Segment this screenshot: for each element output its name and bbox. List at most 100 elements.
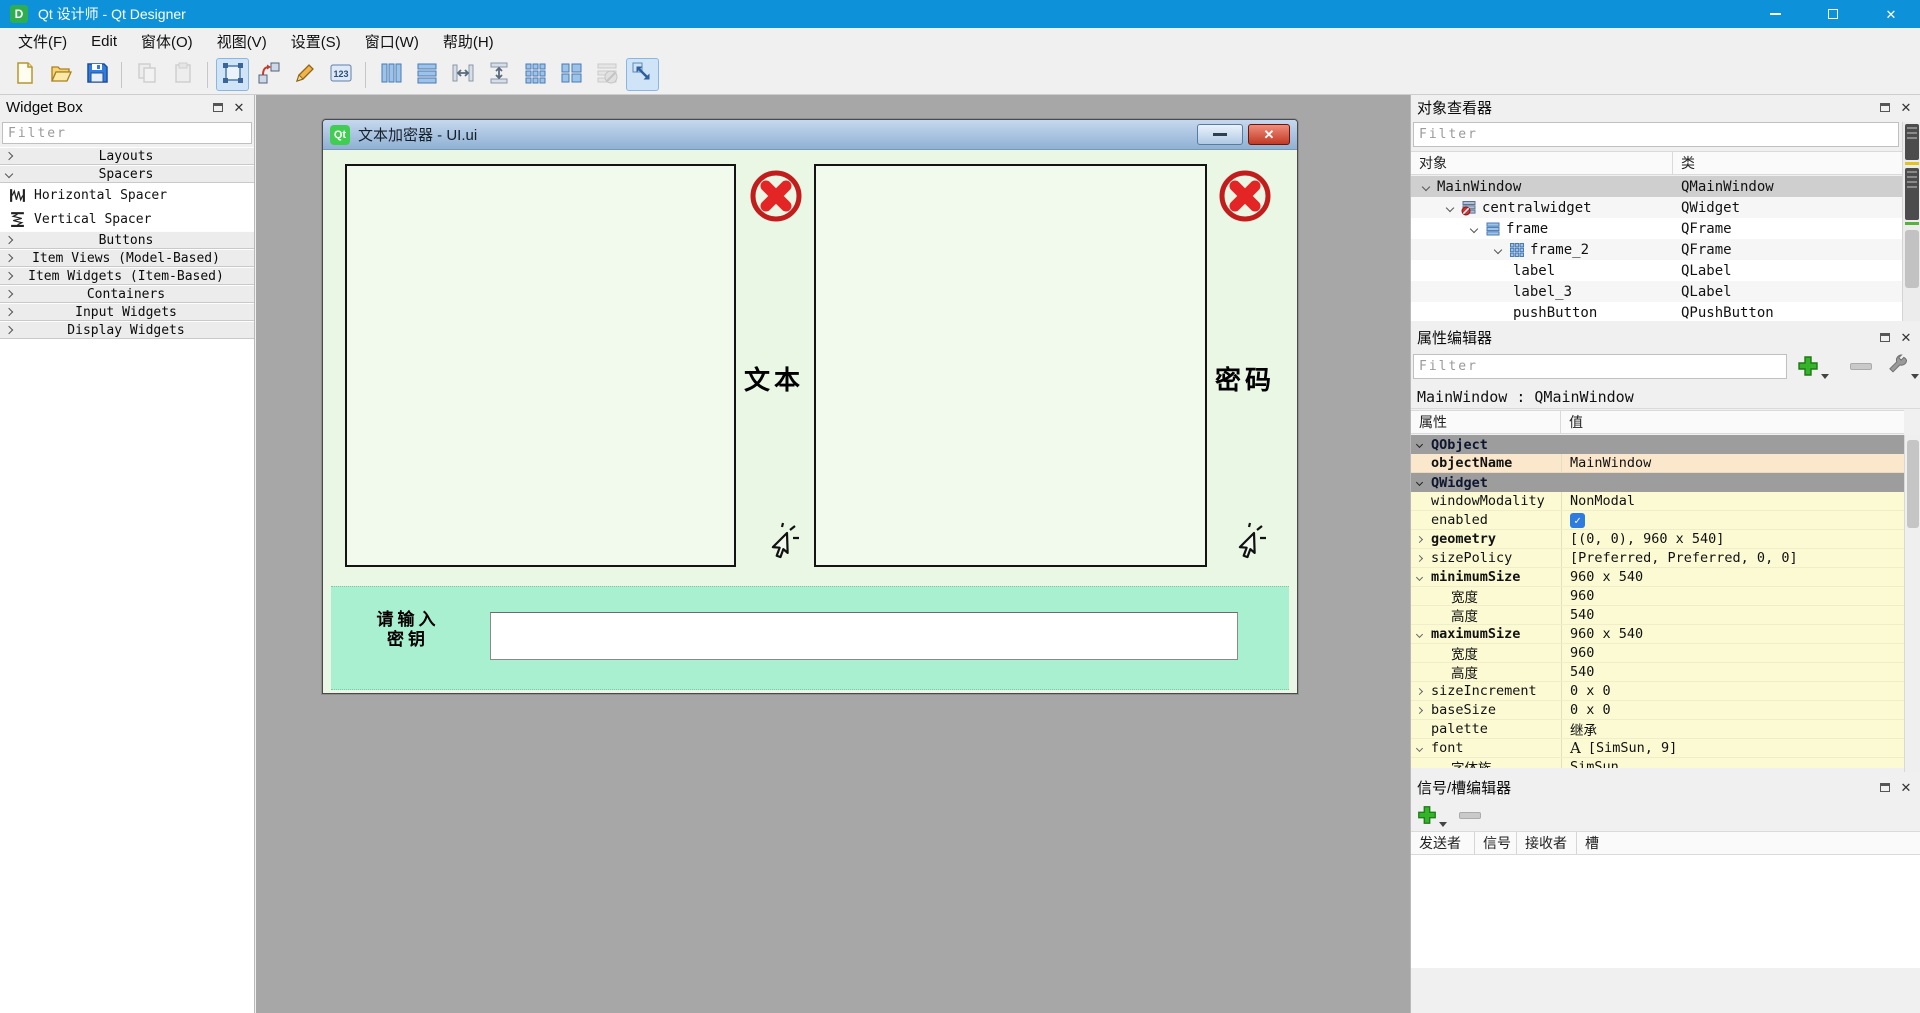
property-row[interactable]: objectNameMainWindow: [1411, 454, 1904, 473]
chevron-down-icon[interactable]: [1494, 245, 1502, 253]
float-panel-button[interactable]: [1876, 779, 1894, 797]
scrollbar-thumb[interactable]: [1905, 230, 1919, 288]
object-tree-row[interactable]: frame_2QFrame: [1411, 239, 1902, 260]
object-inspector-scrollbar[interactable]: [1902, 122, 1920, 321]
form-close-button[interactable]: ✕: [1248, 124, 1290, 145]
menu-item[interactable]: 视图(V): [205, 28, 279, 55]
property-editor-filter-input[interactable]: [1413, 354, 1787, 379]
key-input-field[interactable]: [490, 612, 1238, 660]
close-panel-button[interactable]: ✕: [1897, 779, 1915, 797]
property-row[interactable]: 宽度960: [1411, 644, 1904, 663]
layout-horizontal-button[interactable]: [374, 58, 407, 91]
layout-vertical-button[interactable]: [410, 58, 443, 91]
object-tree-row[interactable]: centralwidgetQWidget: [1411, 197, 1902, 218]
scroll-mark-block[interactable]: [1905, 124, 1919, 160]
layout-form-button[interactable]: [554, 58, 587, 91]
property-editor-scrollbar[interactable]: [1904, 435, 1920, 772]
edit-buddies-button[interactable]: [288, 58, 321, 91]
property-value[interactable]: [Preferred, Preferred, 0, 0]: [1561, 549, 1904, 567]
property-value[interactable]: MainWindow: [1561, 454, 1904, 472]
widget-box-category-item-views-model-based-[interactable]: Item Views (Model-Based): [0, 249, 254, 267]
property-row[interactable]: baseSize0 x 0: [1411, 701, 1904, 720]
chevron-down-icon[interactable]: [1446, 203, 1454, 211]
cursor-icon-text[interactable]: [757, 522, 803, 570]
property-row[interactable]: minimumSize960 x 540: [1411, 568, 1904, 587]
property-value[interactable]: 960: [1561, 587, 1904, 605]
property-row[interactable]: sizeIncrement0 x 0: [1411, 682, 1904, 701]
splitter-vertical-button[interactable]: [482, 58, 515, 91]
menu-item[interactable]: 文件(F): [6, 28, 79, 55]
error-icon-text[interactable]: [748, 168, 804, 224]
remove-dynamic-property-button[interactable]: [1838, 363, 1872, 370]
object-tree-row[interactable]: pushButtonQPushButton: [1411, 302, 1902, 321]
menu-item[interactable]: 窗体(O): [129, 28, 205, 55]
chevron-down-icon[interactable]: [1416, 479, 1423, 486]
menu-item[interactable]: 设置(S): [279, 28, 353, 55]
chevron-down-icon[interactable]: [1422, 182, 1430, 190]
object-tree-row[interactable]: label_3QLabel: [1411, 281, 1902, 302]
edit-signals-slots-button[interactable]: [252, 58, 285, 91]
column-object[interactable]: 对象: [1411, 152, 1673, 174]
property-value[interactable]: 960 x 540: [1561, 625, 1904, 643]
property-row[interactable]: geometry[(0, 0), 960 x 540]: [1411, 530, 1904, 549]
float-panel-button[interactable]: [1876, 329, 1894, 347]
key-prompt-label[interactable]: 请输入 密钥: [353, 610, 463, 650]
open-form-button[interactable]: [44, 58, 77, 91]
signal-slot-table-body[interactable]: [1411, 855, 1920, 968]
password-label[interactable]: 密码: [1214, 360, 1276, 397]
property-value[interactable]: NonModal: [1561, 492, 1904, 510]
widget-box-category-spacers[interactable]: Spacers: [0, 165, 254, 183]
property-value[interactable]: 0 x 0: [1561, 701, 1904, 719]
property-value[interactable]: 960 x 540: [1561, 568, 1904, 586]
error-icon-password[interactable]: [1217, 168, 1273, 224]
property-value[interactable]: 0 x 0: [1561, 682, 1904, 700]
widget-box-category-display-widgets[interactable]: Display Widgets: [0, 321, 254, 339]
column-class[interactable]: 类: [1673, 153, 1695, 173]
maximize-button[interactable]: [1804, 0, 1862, 28]
property-value[interactable]: 540: [1561, 663, 1904, 681]
property-row[interactable]: sizePolicy[Preferred, Preferred, 0, 0]: [1411, 549, 1904, 568]
property-row[interactable]: windowModalityNonModal: [1411, 492, 1904, 511]
object-tree-row[interactable]: labelQLabel: [1411, 260, 1902, 281]
chevron-down-icon[interactable]: [1416, 441, 1423, 448]
app-titlebar[interactable]: D Qt 设计师 - Qt Designer ✕: [0, 0, 1920, 28]
property-row[interactable]: fontA[SimSun, 9]: [1411, 739, 1904, 758]
new-form-button[interactable]: [8, 58, 41, 91]
column-1[interactable]: 信号: [1475, 832, 1517, 854]
property-value[interactable]: 540: [1561, 606, 1904, 624]
column-2[interactable]: 接收者: [1517, 832, 1577, 854]
property-value[interactable]: ✓: [1561, 511, 1904, 529]
splitter-horizontal-button[interactable]: [446, 58, 479, 91]
widget-box-category-layouts[interactable]: Layouts: [0, 147, 254, 165]
property-value[interactable]: SimSun: [1561, 758, 1904, 768]
widget-box-category-item-widgets-item-based-[interactable]: Item Widgets (Item-Based): [0, 267, 254, 285]
property-value[interactable]: 继承: [1561, 720, 1904, 738]
close-panel-button[interactable]: ✕: [230, 99, 248, 117]
text-edit-widget[interactable]: [345, 164, 736, 567]
password-edit-widget[interactable]: [814, 164, 1207, 567]
property-row[interactable]: 高度540: [1411, 663, 1904, 682]
adjust-size-button[interactable]: [626, 58, 659, 91]
widget-box-category-containers[interactable]: Containers: [0, 285, 254, 303]
scrollbar-thumb[interactable]: [1907, 440, 1919, 528]
object-tree-row[interactable]: frameQFrame: [1411, 218, 1902, 239]
column-value[interactable]: 值: [1561, 412, 1583, 432]
object-inspector-filter-input[interactable]: [1413, 122, 1899, 147]
menu-item[interactable]: 帮助(H): [431, 28, 506, 55]
close-panel-button[interactable]: ✕: [1897, 329, 1915, 347]
widget-box-category-input-widgets[interactable]: Input Widgets: [0, 303, 254, 321]
property-value[interactable]: A[SimSun, 9]: [1561, 739, 1904, 757]
float-panel-button[interactable]: [209, 99, 227, 117]
key-input-bar[interactable]: 请输入 密钥: [331, 586, 1289, 690]
property-row[interactable]: 高度540: [1411, 606, 1904, 625]
property-group-row[interactable]: QWidget: [1411, 473, 1904, 492]
remove-connection-button[interactable]: [1459, 812, 1481, 819]
property-row[interactable]: 宽度960: [1411, 587, 1904, 606]
edit-tab-order-button[interactable]: 123: [324, 58, 357, 91]
minimize-button[interactable]: [1746, 0, 1804, 28]
layout-grid-button[interactable]: [518, 58, 551, 91]
text-label[interactable]: 文本: [743, 360, 805, 397]
cursor-icon-password[interactable]: [1224, 522, 1270, 570]
column-3[interactable]: 槽: [1577, 832, 1920, 854]
configure-button[interactable]: [1886, 354, 1919, 378]
